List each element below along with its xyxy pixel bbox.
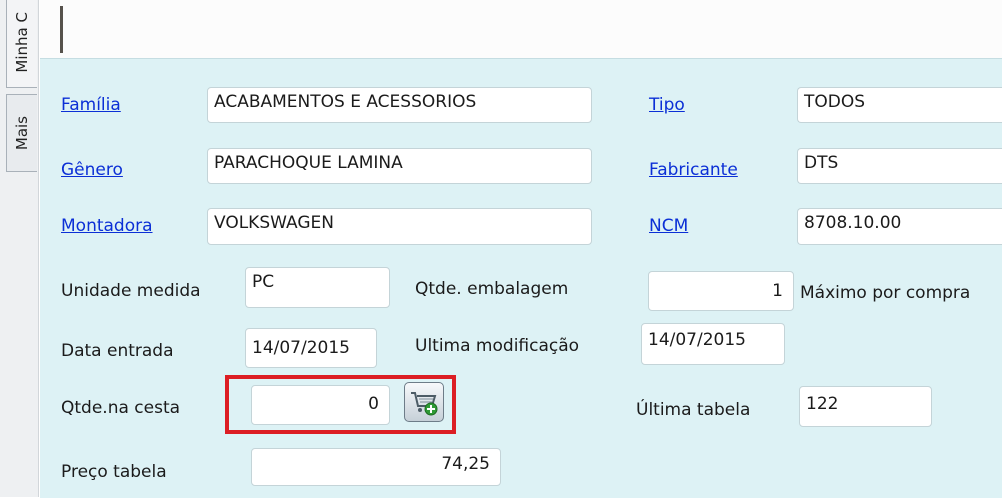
montadora-field[interactable]: VOLKSWAGEN [207,208,592,245]
tab-minha[interactable]: Minha C [6,0,37,88]
ultima-modificacao-label: Ultima modificação [415,336,580,356]
tipo-link[interactable]: Tipo [649,95,685,115]
familia-link[interactable]: Família [61,95,121,115]
vertical-tab-strip: Minha C Mais [0,0,39,497]
preco-tabela-field[interactable]: 74,25 [251,448,501,486]
tab-mais-label: Mais [13,115,31,151]
fabricante-field[interactable]: DTS [797,148,1002,184]
montadora-link[interactable]: Montadora [61,216,153,236]
qtde-embalagem-field[interactable]: 1 [648,271,794,311]
ultima-tabela-label: Última tabela [636,400,751,420]
familia-field[interactable]: ACABAMENTOS E ACESSORIOS [207,87,592,123]
genero-link[interactable]: Gênero [61,160,123,180]
add-to-cart-button[interactable] [404,382,444,422]
ultima-tabela-field[interactable]: 122 [799,386,932,427]
tab-minha-label: Minha C [13,11,31,73]
qtde-na-cesta-field[interactable]: 0 [251,385,390,425]
unidade-medida-field[interactable]: PC [245,267,390,308]
header-divider [60,6,63,53]
maximo-por-compra-label: Máximo por compra [800,283,971,303]
tipo-field[interactable]: TODOS [797,87,1002,123]
tab-mais[interactable]: Mais [6,94,37,172]
qtde-embalagem-label: Qtde. embalagem [415,279,569,299]
unidade-medida-label: Unidade medida [61,281,201,301]
data-entrada-field[interactable]: 14/07/2015 [245,328,377,368]
qtde-na-cesta-label: Qtde.na cesta [61,398,181,418]
ncm-link[interactable]: NCM [649,216,688,236]
preco-tabela-label: Preço tabela [61,462,167,482]
ultima-modificacao-field[interactable]: 14/07/2015 [641,323,785,365]
data-entrada-label: Data entrada [61,341,174,361]
fabricante-link[interactable]: Fabricante [649,160,738,180]
product-form: Família ACABAMENTOS E ACESSORIOS Tipo TO… [40,58,1002,498]
genero-field[interactable]: PARACHOQUE LAMINA [207,148,592,184]
ncm-field[interactable]: 8708.10.00 [797,208,1002,245]
header-area [40,0,1002,58]
